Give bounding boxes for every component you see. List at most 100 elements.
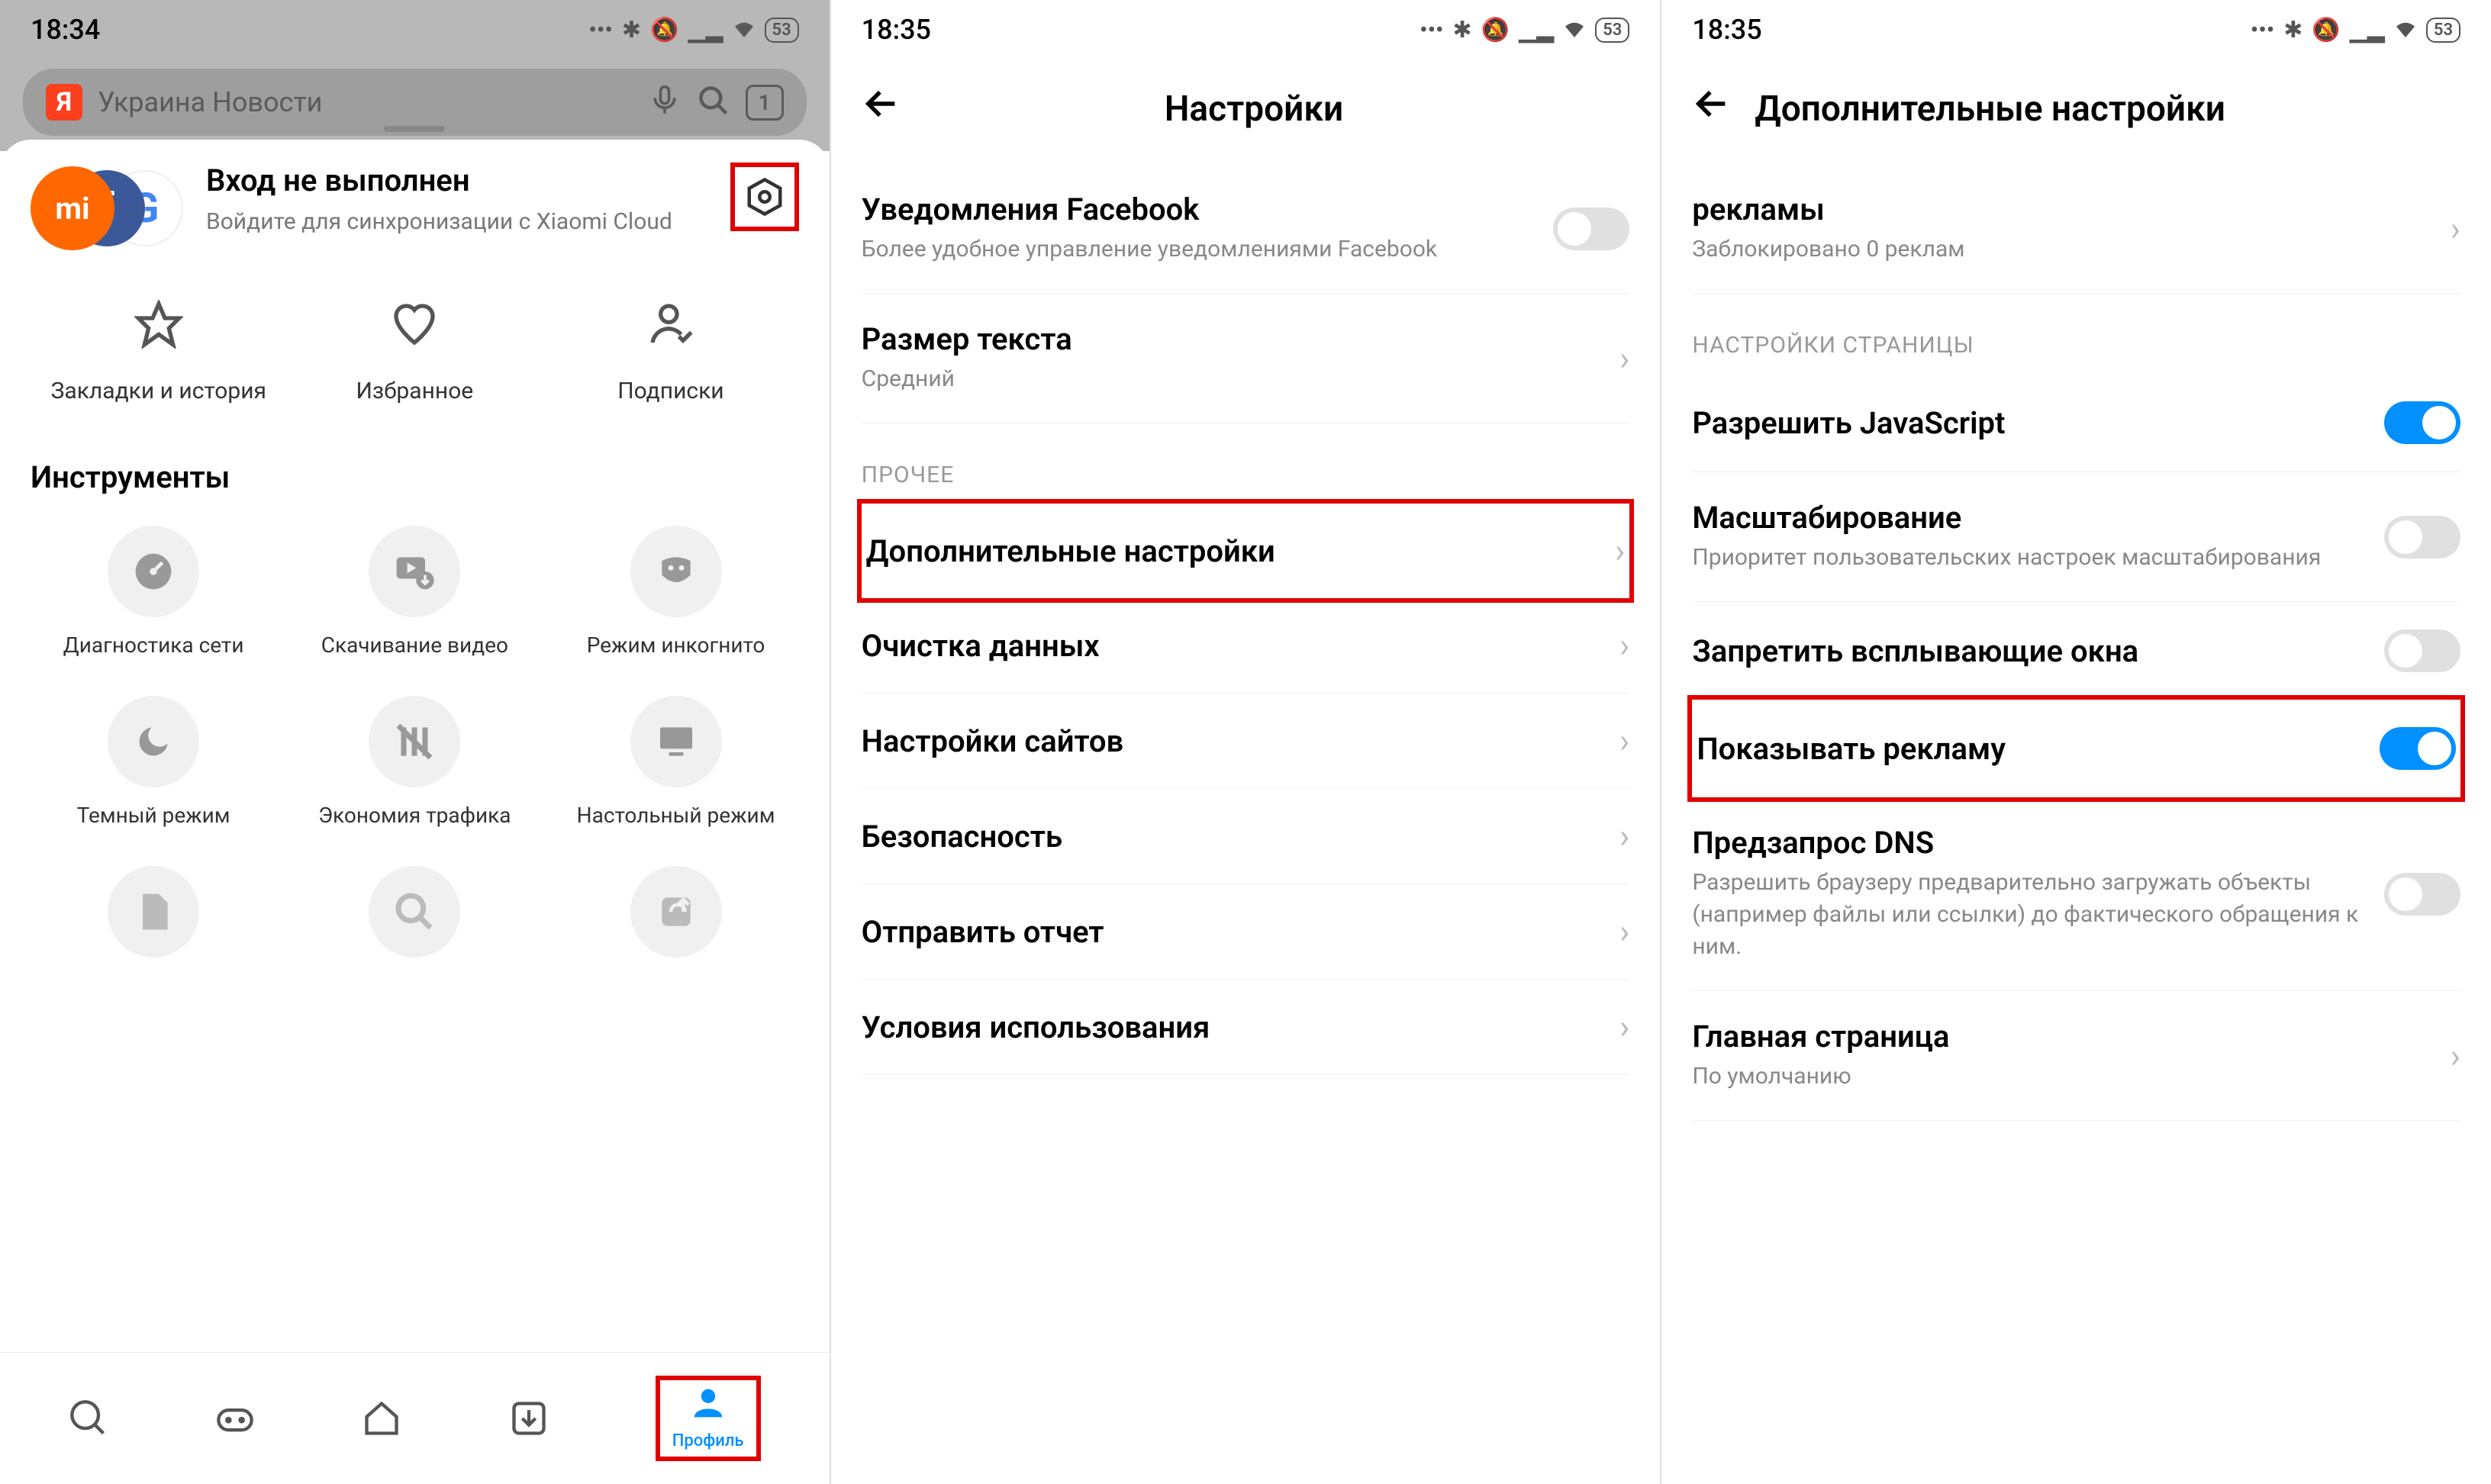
- nav-profile-tab-highlight: Профиль: [656, 1376, 761, 1461]
- status-bar: 18:35 ••• ✱ 🔕 ▁▂ 53: [1661, 0, 2491, 53]
- search-placeholder: Украина Новости: [98, 86, 633, 118]
- status-icons: ••• ✱ 🔕 ▁▂ 53: [1420, 17, 1629, 43]
- toggle-zoom[interactable]: [2384, 516, 2460, 559]
- sheet-handle[interactable]: [384, 126, 445, 132]
- screen-advanced-settings: 18:35 ••• ✱ 🔕 ▁▂ 53 Дополнительные настр…: [1661, 0, 2491, 1484]
- page-title: Настройки: [924, 89, 1584, 130]
- tool-item-8[interactable]: [292, 866, 537, 973]
- setting-site-settings[interactable]: Настройки сайтов ›: [862, 694, 1630, 789]
- setting-terms[interactable]: Условия использования ›: [862, 980, 1630, 1075]
- tool-dark-mode[interactable]: Темный режим: [31, 696, 276, 828]
- mask-icon: [630, 526, 722, 617]
- header: Настройки: [831, 53, 1661, 164]
- moon-icon: [108, 696, 199, 787]
- yandex-logo-icon: Я: [46, 84, 82, 121]
- login-provider-icons[interactable]: G f mi: [31, 163, 183, 254]
- toggle-javascript[interactable]: [2384, 401, 2460, 444]
- settings-button-highlight: [730, 163, 799, 231]
- show-ads-highlight: Показывать рекламу: [1687, 695, 2465, 802]
- toggle-show-ads[interactable]: [2380, 727, 2456, 770]
- toggle-facebook-notifications[interactable]: [1553, 208, 1629, 250]
- tool-video-download[interactable]: Скачивание видео: [292, 526, 537, 658]
- bookmarks-history-button[interactable]: Закладки и история: [31, 300, 287, 406]
- status-icons: ••• ✱ 🔕 ▁▂ 53: [2251, 17, 2460, 43]
- tool-incognito[interactable]: Режим инкогнито: [553, 526, 798, 658]
- search-icon[interactable]: [697, 84, 730, 121]
- chevron-right-icon: ›: [1619, 339, 1629, 378]
- tool-item-7[interactable]: [31, 866, 276, 973]
- battery-icon: 53: [765, 18, 799, 43]
- tool-desktop-mode[interactable]: Настольный режим: [553, 696, 798, 828]
- mute-icon: 🔕: [1481, 17, 1510, 43]
- setting-homepage[interactable]: Главная страница По умолчанию ›: [1692, 991, 2460, 1121]
- bluetooth-icon: ✱: [1453, 17, 1472, 43]
- chevron-right-icon: ›: [2451, 209, 2460, 249]
- profile-icon: [672, 1386, 744, 1428]
- setting-dns-prefetch[interactable]: Предзапрос DNS Разрешить браузеру предва…: [1692, 797, 2460, 991]
- subscriptions-button[interactable]: Подписки: [543, 300, 799, 406]
- tool-network-diagnostics[interactable]: Диагностика сети: [31, 526, 276, 658]
- setting-zoom[interactable]: Масштабирование Приоритет пользовательск…: [1692, 472, 2460, 602]
- section-page-settings: НАСТРОЙКИ СТРАНИЦЫ: [1692, 294, 2460, 374]
- setting-send-report[interactable]: Отправить отчет ›: [862, 884, 1630, 980]
- advanced-settings-highlight: Дополнительные настройки ›: [857, 499, 1635, 603]
- status-time: 18:35: [862, 14, 931, 46]
- profile-sheet: G f mi Вход не выполнен Войдите для синх…: [0, 140, 830, 996]
- back-button[interactable]: [862, 84, 901, 134]
- page-title: Дополнительные настройки: [1755, 89, 2460, 130]
- header: Дополнительные настройки: [1661, 53, 2491, 164]
- chevron-right-icon: ›: [1619, 816, 1629, 856]
- toggle-block-popups[interactable]: [2384, 629, 2460, 672]
- battery-icon: 53: [1595, 18, 1629, 43]
- nav-games-icon[interactable]: [215, 1399, 255, 1438]
- chevron-right-icon: ›: [1615, 531, 1625, 571]
- mic-icon[interactable]: [648, 84, 682, 121]
- status-bar: 18:34 ••• ✱ 🔕 ▁▂ 53: [0, 0, 830, 53]
- mute-icon: 🔕: [2312, 17, 2340, 43]
- profile-tab-label: Профиль: [672, 1431, 744, 1450]
- tools-header: Инструменты: [31, 459, 799, 495]
- share-icon: [630, 866, 722, 958]
- chevron-right-icon: ›: [1619, 1007, 1629, 1047]
- bluetooth-icon: ✱: [2283, 17, 2302, 43]
- settings-gear-icon[interactable]: [744, 176, 785, 217]
- status-time: 18:35: [1692, 14, 1761, 46]
- setting-advanced[interactable]: Дополнительные настройки ›: [862, 504, 1630, 598]
- battery-icon: 53: [2426, 18, 2460, 43]
- more-icon: •••: [2251, 17, 2274, 43]
- nav-downloads-icon[interactable]: [509, 1399, 549, 1438]
- signal-icon: ▁▂: [1519, 17, 1554, 43]
- status-bar: 18:35 ••• ✱ 🔕 ▁▂ 53: [831, 0, 1661, 53]
- tool-item-9[interactable]: [553, 866, 798, 973]
- profile-title: Вход не выполнен: [206, 163, 707, 198]
- setting-clear-data[interactable]: Очистка данных ›: [862, 598, 1630, 694]
- monitor-icon: [630, 696, 722, 787]
- toggle-dns-prefetch[interactable]: [2384, 873, 2460, 916]
- status-time: 18:34: [31, 14, 100, 46]
- tool-data-saver[interactable]: Экономия трафика: [292, 696, 537, 828]
- setting-javascript[interactable]: Разрешить JavaScript: [1692, 374, 2460, 472]
- profile-subtitle: Войдите для синхронизации с Xiaomi Cloud: [206, 206, 707, 238]
- setting-text-size[interactable]: Размер текста Средний ›: [862, 294, 1630, 423]
- bottom-nav: Профиль: [0, 1352, 830, 1484]
- setting-show-ads[interactable]: Показывать рекламу: [1692, 700, 2460, 797]
- setting-security[interactable]: Безопасность ›: [862, 789, 1630, 884]
- favorites-button[interactable]: Избранное: [287, 300, 543, 406]
- video-download-icon: [369, 526, 460, 617]
- wifi-icon: [733, 17, 756, 43]
- nav-search-icon[interactable]: [69, 1399, 108, 1438]
- nav-profile-tab[interactable]: Профиль: [672, 1386, 744, 1450]
- screen-settings: 18:35 ••• ✱ 🔕 ▁▂ 53 Настройки Уведомлени…: [831, 0, 1662, 1484]
- setting-ad-block-partial[interactable]: рекламы Заблокировано 0 реклам ›: [1692, 164, 2460, 294]
- heart-icon: [287, 300, 543, 361]
- star-icon: [31, 300, 287, 361]
- mute-icon: 🔕: [650, 17, 678, 43]
- file-icon: [108, 866, 199, 958]
- back-button[interactable]: [1692, 84, 1732, 134]
- nav-home-icon[interactable]: [362, 1399, 401, 1438]
- tab-count[interactable]: 1: [746, 85, 784, 121]
- xiaomi-icon[interactable]: mi: [31, 166, 114, 250]
- chevron-right-icon: ›: [2451, 1036, 2460, 1076]
- setting-facebook-notifications[interactable]: Уведомления Facebook Более удобное управ…: [862, 164, 1630, 294]
- setting-block-popups[interactable]: Запретить всплывающие окна: [1692, 602, 2460, 700]
